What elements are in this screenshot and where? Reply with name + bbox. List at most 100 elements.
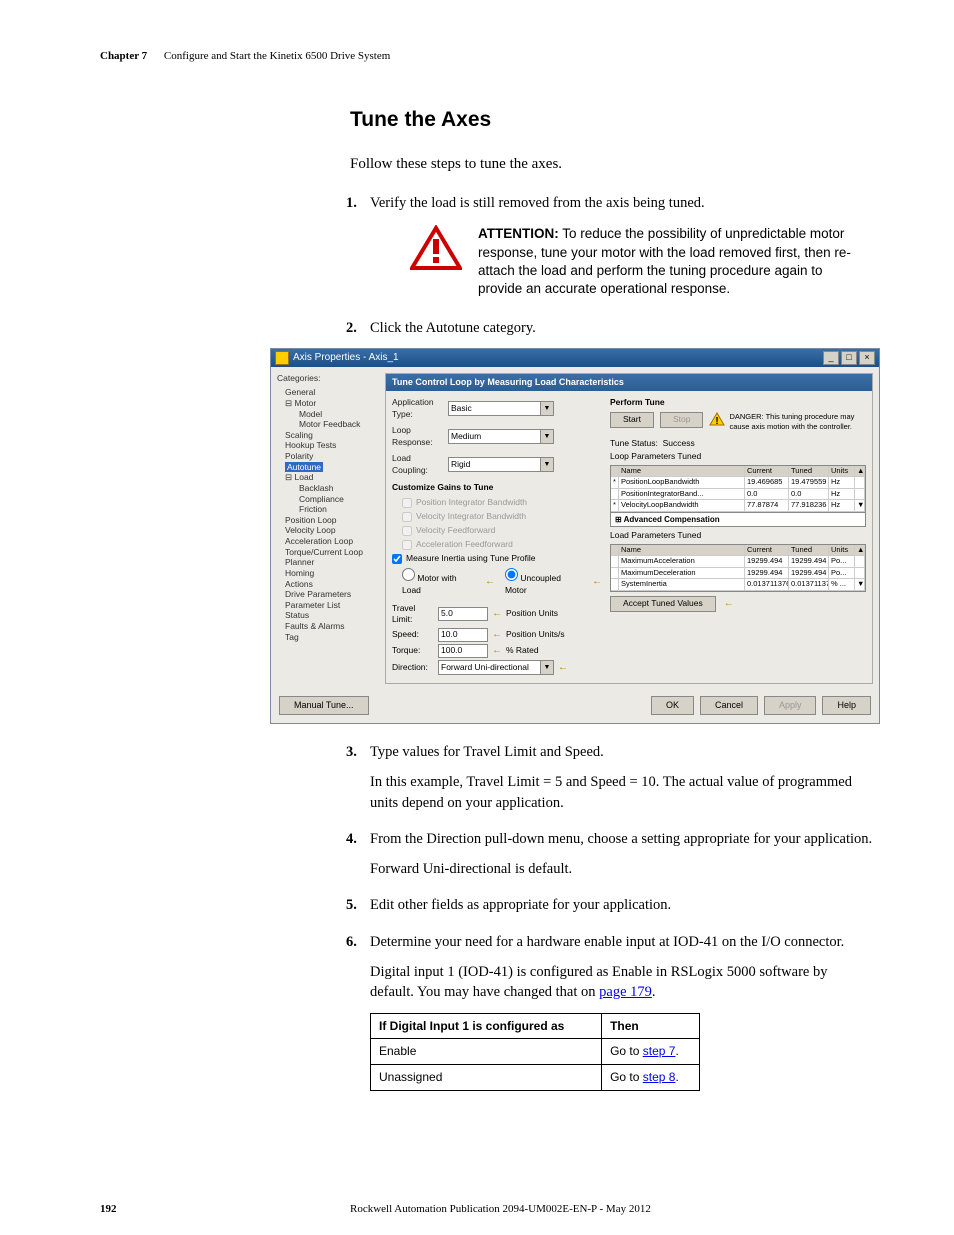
- arrow-icon: ←: [558, 661, 568, 675]
- attention-text: ATTENTION: To reduce the possibility of …: [478, 225, 870, 298]
- manual-tune-button[interactable]: Manual Tune...: [279, 696, 369, 715]
- tree-item-velocity-loop[interactable]: Velocity Loop: [277, 525, 379, 536]
- danger-note: ! DANGER: This tuning procedure may caus…: [709, 412, 866, 433]
- step-text: Determine your need for a hardware enabl…: [370, 934, 844, 950]
- tree-item-torque-loop[interactable]: Torque/Current Loop: [277, 547, 379, 558]
- tree-item-compliance[interactable]: Compliance: [277, 494, 379, 505]
- load-params-label: Load Parameters Tuned: [610, 530, 866, 542]
- travel-limit-input[interactable]: 5.0: [438, 607, 488, 621]
- tree-item-load[interactable]: ⊟ Load: [277, 472, 379, 483]
- perform-tune-title: Perform Tune: [610, 397, 866, 409]
- step-number: 2.: [346, 318, 357, 338]
- gain-checkbox-position-integrator[interactable]: Position Integrator Bandwidth: [402, 497, 602, 509]
- chevron-down-icon: ▼: [540, 661, 553, 674]
- step-number: 3.: [346, 742, 357, 762]
- tune-status-value: Success: [663, 438, 695, 448]
- tree-item-actions[interactable]: Actions: [277, 579, 379, 590]
- table-header: If Digital Input 1 is configured as: [371, 1013, 602, 1039]
- tree-item-general[interactable]: General: [277, 387, 379, 398]
- page-footer: 192 Rockwell Automation Publication 2094…: [100, 1203, 874, 1215]
- table-row: Enable Go to step 7.: [371, 1039, 700, 1065]
- tree-item-motor-feedback[interactable]: Motor Feedback: [277, 419, 379, 430]
- minimize-button[interactable]: _: [823, 351, 839, 365]
- load-coupling-select[interactable]: Rigid▼: [448, 457, 554, 472]
- step-number: 1.: [346, 193, 357, 213]
- gain-checkbox-velocity-ff[interactable]: Velocity Feedforward: [402, 525, 602, 537]
- tree-item-faults[interactable]: Faults & Alarms: [277, 621, 379, 632]
- maximize-button[interactable]: □: [841, 351, 857, 365]
- dialog-titlebar: Axis Properties - Axis_1 _ □ ×: [271, 349, 879, 367]
- measure-inertia-checkbox[interactable]: Measure Inertia using Tune Profile: [392, 553, 602, 565]
- tree-item-friction[interactable]: Friction: [277, 504, 379, 515]
- load-params-grid: NameCurrentTunedUnits▲ MaximumAccelerati…: [610, 544, 866, 592]
- accept-tuned-values-button[interactable]: Accept Tuned Values: [610, 596, 716, 612]
- tree-item-hookup[interactable]: Hookup Tests: [277, 440, 379, 451]
- direction-select[interactable]: Forward Uni-directional▼: [438, 660, 554, 675]
- tree-item-motor[interactable]: ⊟ Motor: [277, 398, 379, 409]
- table-row: PositionIntegratorBand...0.00.0Hz: [611, 489, 865, 501]
- close-button[interactable]: ×: [859, 351, 875, 365]
- arrow-icon: ←: [492, 644, 502, 658]
- torque-input[interactable]: 100.0: [438, 644, 488, 658]
- tree-item-autotune[interactable]: Autotune: [277, 462, 379, 473]
- chapter-number: Chapter 7: [100, 50, 147, 62]
- step-5: 5. Edit other fields as appropriate for …: [370, 895, 874, 915]
- arrow-icon: ←: [485, 575, 495, 589]
- tree-item-polarity[interactable]: Polarity: [277, 451, 379, 462]
- tree-item-tag[interactable]: Tag: [277, 632, 379, 643]
- tree-item-accel-loop[interactable]: Acceleration Loop: [277, 536, 379, 547]
- stop-button[interactable]: Stop: [660, 412, 704, 428]
- load-coupling-label: Load Coupling:: [392, 453, 448, 477]
- torque-units: % Rated: [506, 645, 539, 657]
- step-link[interactable]: step 7: [643, 1044, 676, 1058]
- start-button[interactable]: Start: [610, 412, 654, 428]
- help-button[interactable]: Help: [822, 696, 871, 715]
- running-header: Chapter 7 Configure and Start the Kineti…: [100, 50, 874, 62]
- table-header: Then: [602, 1013, 700, 1039]
- pane-title: Tune Control Loop by Measuring Load Char…: [386, 374, 872, 391]
- step-link[interactable]: step 8: [643, 1070, 676, 1084]
- app-type-select[interactable]: Basic▼: [448, 401, 554, 416]
- table-row: MaximumDeceleration19299.49419299.494Po.…: [611, 568, 865, 580]
- speed-label: Speed:: [392, 629, 434, 641]
- svg-text:!: !: [716, 416, 719, 426]
- dialog-title: Axis Properties - Axis_1: [293, 351, 399, 365]
- tree-item-planner[interactable]: Planner: [277, 557, 379, 568]
- tree-item-scaling[interactable]: Scaling: [277, 430, 379, 441]
- table-row: MaximumAcceleration19299.49419299.494Po.…: [611, 556, 865, 568]
- torque-label: Torque:: [392, 645, 434, 657]
- tree-item-drive-params[interactable]: Drive Parameters: [277, 589, 379, 600]
- cancel-button[interactable]: Cancel: [700, 696, 758, 715]
- step-number: 5.: [346, 895, 357, 915]
- step-3: 3. Type values for Travel Limit and Spee…: [370, 742, 874, 813]
- intro-text: Follow these steps to tune the axes.: [100, 154, 874, 175]
- table-row: Unassigned Go to step 8.: [371, 1065, 700, 1091]
- loop-response-select[interactable]: Medium▼: [448, 429, 554, 444]
- advanced-comp-header[interactable]: ⊞ Advanced Compensation: [610, 513, 866, 527]
- travel-limit-label: Travel Limit:: [392, 603, 434, 627]
- page-number: 192: [100, 1203, 350, 1215]
- tree-item-model[interactable]: Model: [277, 409, 379, 420]
- ok-button[interactable]: OK: [651, 696, 694, 715]
- apply-button[interactable]: Apply: [764, 696, 817, 715]
- step-text: Verify the load is still removed from th…: [370, 195, 705, 211]
- publication-info: Rockwell Automation Publication 2094-UM0…: [350, 1203, 874, 1215]
- category-tree[interactable]: General ⊟ Motor Model Motor Feedback Sca…: [277, 387, 379, 642]
- step-text: Type values for Travel Limit and Speed.: [370, 744, 604, 760]
- page-link[interactable]: page 179: [599, 984, 652, 1000]
- uncoupled-motor-radio[interactable]: Uncoupled Motor: [505, 568, 582, 597]
- categories-label: Categories:: [277, 373, 379, 385]
- gain-checkbox-velocity-integrator[interactable]: Velocity Integrator Bandwidth: [402, 511, 602, 523]
- tree-item-param-list[interactable]: Parameter List: [277, 600, 379, 611]
- tree-item-backlash[interactable]: Backlash: [277, 483, 379, 494]
- attention-callout: ATTENTION: To reduce the possibility of …: [410, 225, 870, 298]
- motor-with-load-radio[interactable]: Motor with Load: [402, 568, 475, 597]
- tree-item-position-loop[interactable]: Position Loop: [277, 515, 379, 526]
- loop-response-label: Loop Response:: [392, 425, 448, 449]
- tree-item-homing[interactable]: Homing: [277, 568, 379, 579]
- chevron-down-icon: ▼: [540, 430, 553, 443]
- arrow-icon: ←: [492, 607, 502, 621]
- gain-checkbox-accel-ff[interactable]: Acceleration Feedforward: [402, 539, 602, 551]
- tree-item-status[interactable]: Status: [277, 610, 379, 621]
- speed-input[interactable]: 10.0: [438, 628, 488, 642]
